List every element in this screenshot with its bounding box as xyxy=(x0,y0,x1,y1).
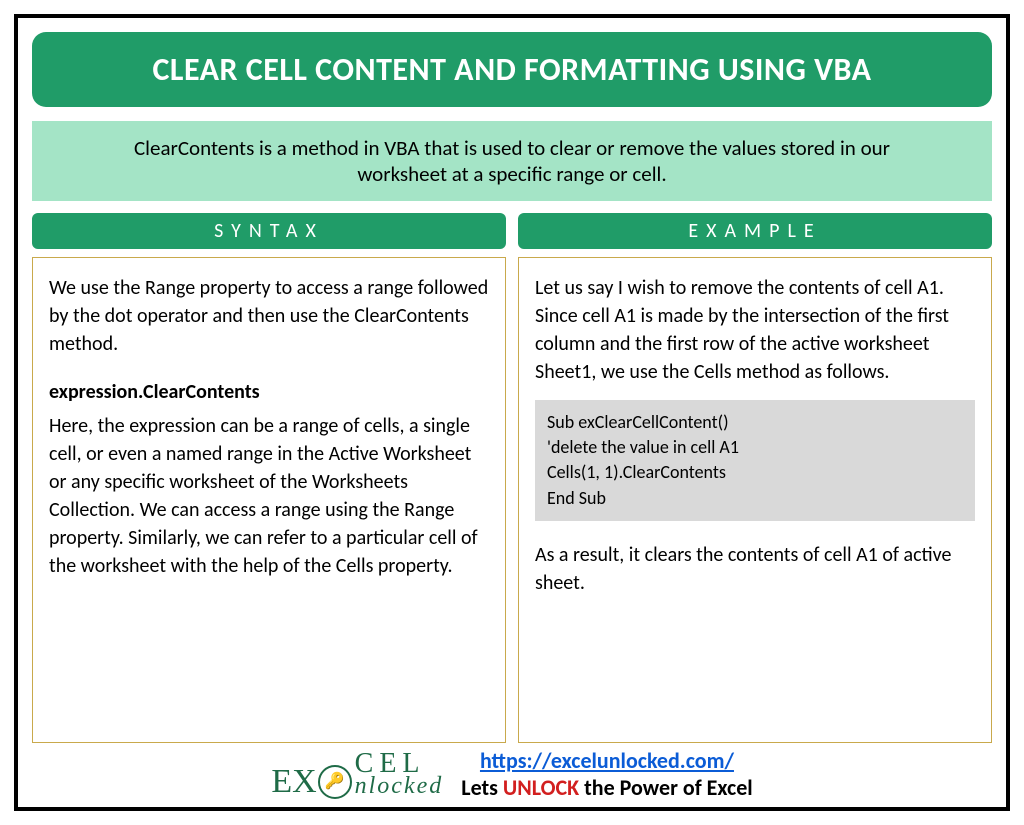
tagline: Lets UNLOCK the Power of Excel xyxy=(461,774,752,801)
description-text: ClearContents is a method in VBA that is… xyxy=(134,135,890,187)
page-title: CLEAR CELL CONTENT AND FORMATTING USING … xyxy=(40,50,984,89)
syntax-intro: We use the Range property to access a ra… xyxy=(49,274,489,358)
description-box: ClearContents is a method in VBA that is… xyxy=(32,121,992,201)
example-result: As a result, it clears the contents of c… xyxy=(535,541,975,597)
syntax-column: SYNTAX We use the Range property to acce… xyxy=(32,213,506,743)
document-frame: CLEAR CELL CONTENT AND FORMATTING USING … xyxy=(14,14,1010,811)
syntax-header: SYNTAX xyxy=(32,213,506,249)
footer: EX 🔑 CEL nlocked https://excelunlocked.c… xyxy=(32,743,992,801)
syntax-body: We use the Range property to access a ra… xyxy=(32,257,506,743)
example-intro: Let us say I wish to remove the contents… xyxy=(535,274,975,386)
key-icon: 🔑 xyxy=(318,765,352,799)
footer-right: https://excelunlocked.com/ Lets UNLOCK t… xyxy=(461,747,752,801)
syntax-expression: expression.ClearContents xyxy=(49,378,489,406)
columns-container: SYNTAX We use the Range property to acce… xyxy=(32,213,992,743)
title-bar: CLEAR CELL CONTENT AND FORMATTING USING … xyxy=(32,32,992,107)
brand-left: EX xyxy=(271,767,316,798)
brand-logo: EX 🔑 CEL nlocked xyxy=(271,751,443,798)
syntax-explain: Here, the expression can be a range of c… xyxy=(49,412,489,580)
brand-stack: CEL nlocked xyxy=(355,751,444,798)
example-body: Let us say I wish to remove the contents… xyxy=(518,257,992,743)
tagline-highlight: UNLOCK xyxy=(503,774,579,801)
site-link[interactable]: https://excelunlocked.com/ xyxy=(461,747,752,774)
example-column: EXAMPLE Let us say I wish to remove the … xyxy=(518,213,992,743)
tagline-suffix: the Power of Excel xyxy=(579,774,752,801)
code-block: Sub exClearCellContent() 'delete the val… xyxy=(535,400,975,521)
tagline-prefix: Lets xyxy=(461,774,503,801)
example-header: EXAMPLE xyxy=(518,213,992,249)
brand-bottom: nlocked xyxy=(355,776,444,798)
